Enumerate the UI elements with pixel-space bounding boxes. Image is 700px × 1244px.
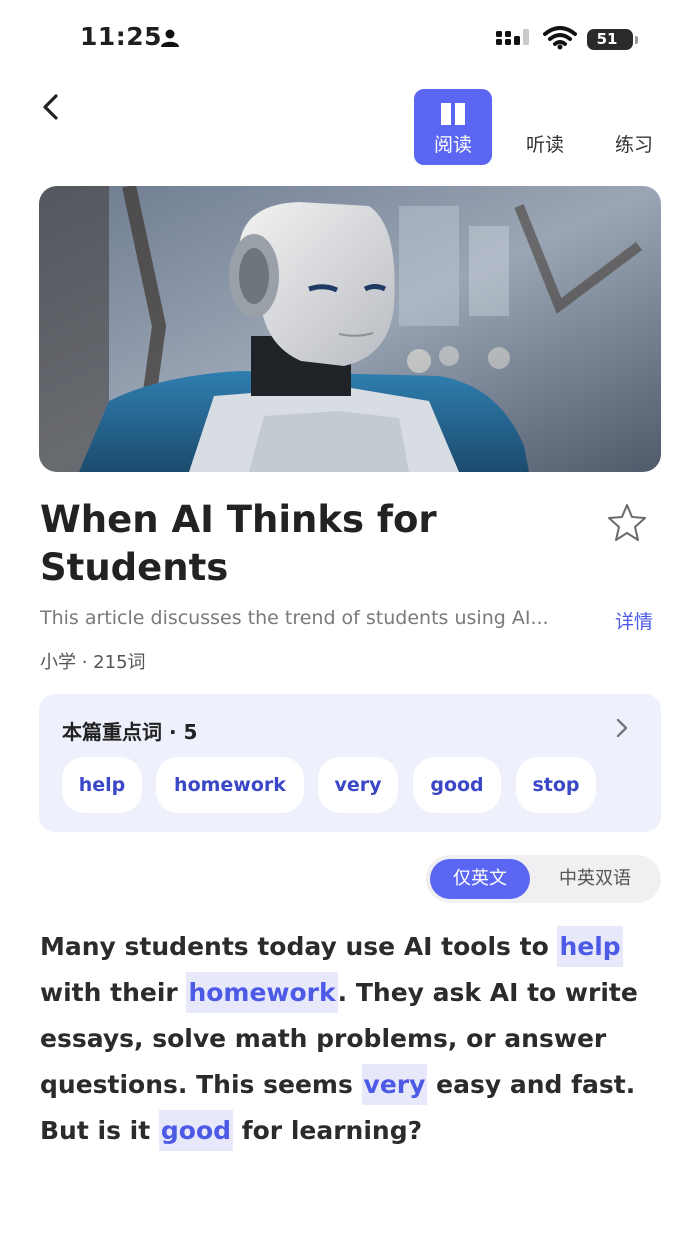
body-text: with their [40,978,187,1007]
keyword-highlight-very[interactable]: very [361,1064,428,1105]
tab-practice-label: 练习 [614,134,653,156]
battery-cap [635,36,638,44]
keywords-card[interactable]: 本篇重点词 · 5 help homework very good stop [39,694,661,832]
details-link[interactable]: 详情 [615,607,653,634]
battery-icon: 51 [587,27,639,51]
body-text: for learning? [233,1116,423,1145]
keyword-chip-good[interactable]: good [413,757,501,813]
tab-listen[interactable]: 听读 [506,89,584,165]
lang-option-english-only[interactable]: 仅英文 [430,859,530,899]
tab-read-label: 阅读 [433,134,472,156]
tab-read[interactable]: 阅读 [414,89,492,165]
back-arrow-icon[interactable] [34,88,74,128]
mode-tabs: 阅读 听读 练习 [414,89,664,165]
keyword-chip-very[interactable]: very [318,757,398,813]
article-title: When AI Thinks for Students [40,498,437,589]
keyword-chip-help[interactable]: help [62,757,142,813]
body-text: Many students today use AI tools to [40,932,558,961]
article-meta: 小学 · 215词 [40,652,146,673]
tab-practice[interactable]: 练习 [596,89,672,165]
article-summary: This article discusses the trend of stud… [40,607,549,629]
keywords-title: 本篇重点词 · 5 [62,720,198,744]
keyword-chip-homework[interactable]: homework [156,757,304,813]
battery-level: 51 [596,30,618,48]
status-time: 11:25 [80,22,163,51]
article-body: Many students today use AI tools to help… [40,924,665,1154]
keyword-highlight-homework[interactable]: homework [186,972,338,1013]
wifi-icon [543,26,577,50]
language-toggle: 仅英文 中英双语 [426,855,661,903]
keyword-highlight-good[interactable]: good [158,1110,234,1151]
keyword-highlight-help[interactable]: help [557,926,623,967]
status-bar: 11:25 51 [0,0,700,80]
keyword-chip-stop[interactable]: stop [516,757,596,813]
robot-illustration [39,186,661,472]
lang-option-bilingual[interactable]: 中英双语 [540,859,650,899]
cover-image [39,186,661,472]
chevron-right-icon[interactable] [611,716,633,740]
star-outline-icon[interactable] [606,502,648,542]
tab-listen-label: 听读 [525,134,564,156]
signal-icon [496,29,529,45]
book-icon [441,103,465,125]
person-icon [161,29,179,47]
